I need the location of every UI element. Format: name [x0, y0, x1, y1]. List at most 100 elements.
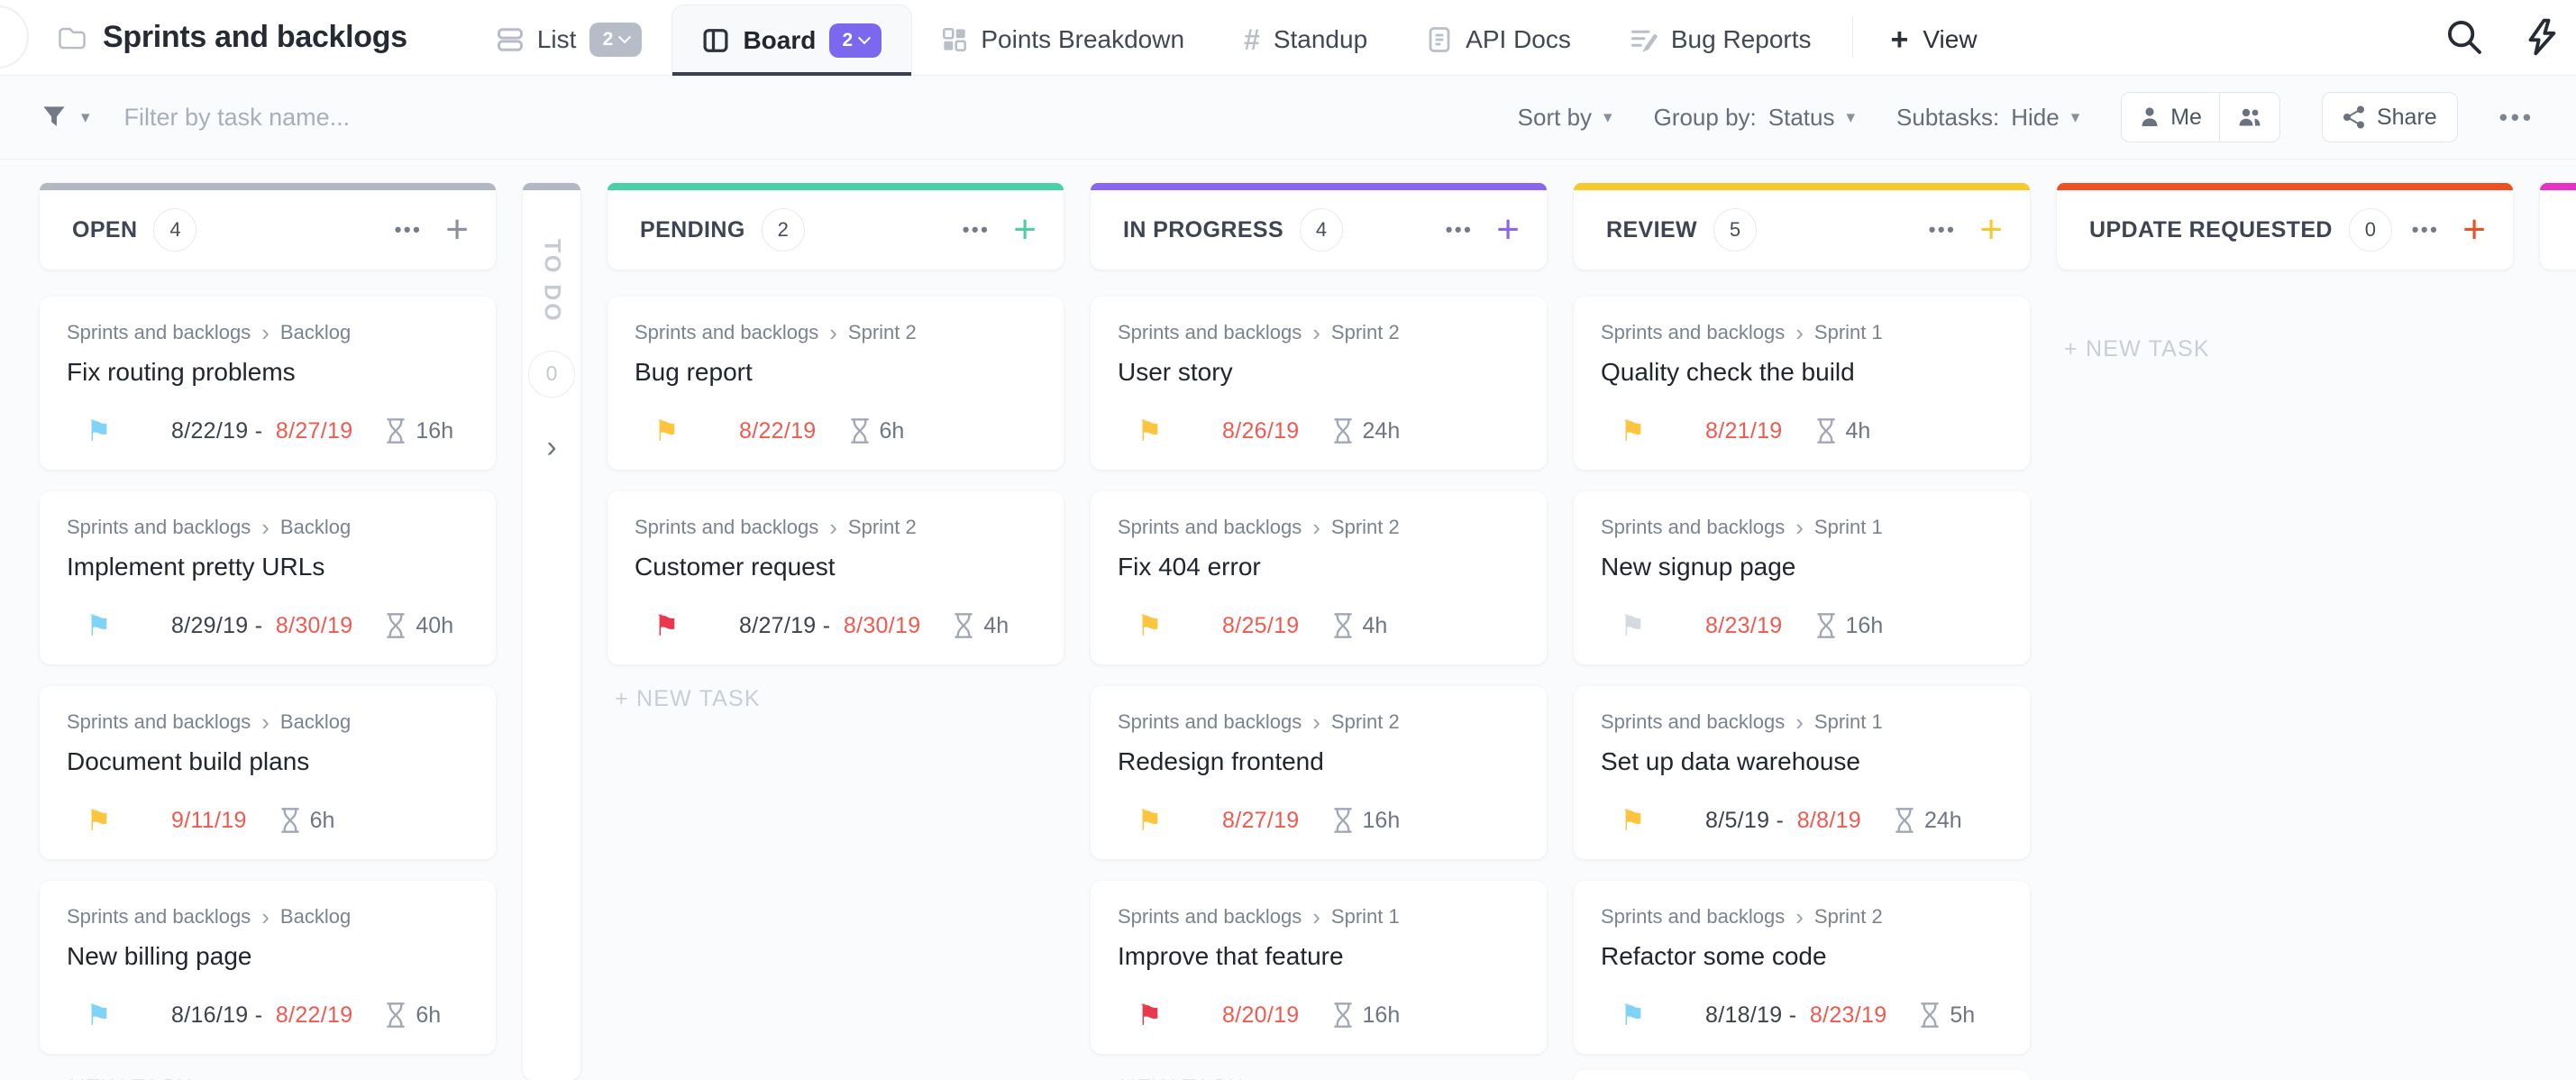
automation-lightning-icon[interactable]	[2524, 17, 2560, 57]
task-title: Quality check the build	[1601, 358, 2003, 387]
priority-flag-icon[interactable]: ⚑	[1137, 416, 1222, 445]
task-card[interactable]: Sprints and backlogs › Sprint 1 Quality …	[1574, 297, 2030, 470]
estimate-value: 16h	[1846, 613, 1884, 639]
task-title: Redesign frontend	[1118, 747, 1520, 776]
task-card[interactable]: Sprints and backlogs › Backlog New billi…	[40, 881, 496, 1054]
filter-input[interactable]	[124, 104, 629, 132]
column-menu-icon[interactable]: •••	[963, 218, 991, 242]
column-add-task-icon[interactable]: +	[1013, 214, 1037, 245]
task-card[interactable]: Sprints and backlogs › Sprint 2 Bug repo…	[607, 297, 1064, 470]
task-card-partial[interactable]	[1574, 1070, 2030, 1080]
share-button[interactable]: Share	[2322, 92, 2458, 142]
priority-flag-icon[interactable]: ⚑	[1137, 611, 1222, 640]
task-breadcrumb: Sprints and backlogs › Sprint 2	[635, 321, 1037, 344]
priority-flag-icon[interactable]: ⚑	[86, 806, 171, 835]
due-date: 8/27/19	[1222, 808, 1300, 833]
priority-flag-icon[interactable]: ⚑	[1137, 806, 1222, 835]
priority-flag-icon[interactable]: ⚑	[653, 416, 739, 445]
breadcrumb-root: Sprints and backlogs	[1601, 321, 1785, 344]
column-title: PENDING	[640, 217, 745, 243]
column-add-task-icon[interactable]: +	[2462, 214, 2486, 245]
column-menu-icon[interactable]: •••	[1446, 218, 1474, 242]
search-icon[interactable]	[2444, 17, 2484, 57]
column-header: PENDING 2 ••• +	[607, 183, 1064, 270]
tab-standup[interactable]: # Standup	[1214, 5, 1397, 75]
task-dates: 8/26/19	[1222, 418, 1300, 444]
column-menu-icon[interactable]: •••	[2412, 218, 2440, 242]
assignees-button[interactable]	[2219, 93, 2279, 142]
task-breadcrumb: Sprints and backlogs › Backlog	[67, 321, 469, 344]
priority-flag-icon[interactable]: ⚑	[1620, 1001, 1705, 1030]
column-header: UPDATE REQUESTED 0 ••• +	[2057, 183, 2513, 270]
column-add-task-icon[interactable]: +	[1496, 214, 1520, 245]
task-meta: ⚑ 8/27/19 - 8/30/19 4h	[635, 611, 1037, 640]
column-color-strip	[1091, 183, 1547, 190]
start-date: 8/29/19	[171, 613, 249, 638]
new-task-button[interactable]: + NEW TASK	[1091, 1075, 1547, 1080]
tab-points-breakdown[interactable]: Points Breakdown	[912, 5, 1214, 75]
column-count-badge: 0	[2349, 208, 2392, 252]
filter-caret-icon[interactable]: ▾	[81, 107, 90, 128]
task-card[interactable]: Sprints and backlogs › Sprint 2 Fix 404 …	[1091, 491, 1547, 664]
tab-badge-count[interactable]: 2	[829, 23, 882, 58]
task-card[interactable]: Sprints and backlogs › Sprint 2 User sto…	[1091, 297, 1547, 470]
task-card[interactable]: Sprints and backlogs › Sprint 1 New sign…	[1574, 491, 2030, 664]
time-estimate: 6h	[849, 417, 905, 444]
column-title: IN PROGRESS	[1123, 217, 1283, 243]
due-date: 8/26/19	[1222, 418, 1300, 444]
priority-flag-icon[interactable]: ⚑	[1620, 416, 1705, 445]
column-title: OPEN	[72, 217, 137, 243]
task-card[interactable]: Sprints and backlogs › Sprint 1 Set up d…	[1574, 686, 2030, 859]
tab-api-docs[interactable]: API Docs	[1397, 5, 1601, 75]
me-filter-button[interactable]: Me	[2122, 93, 2219, 142]
task-title: Implement pretty URLs	[67, 553, 469, 581]
priority-flag-icon[interactable]: ⚑	[86, 611, 171, 640]
task-card[interactable]: Sprints and backlogs › Sprint 2 Redesign…	[1091, 686, 1547, 859]
task-card[interactable]: Sprints and backlogs › Sprint 2 Refactor…	[1574, 881, 2030, 1054]
column-menu-icon[interactable]: •••	[1929, 218, 1957, 242]
task-breadcrumb: Sprints and backlogs › Sprint 2	[1118, 516, 1520, 539]
breadcrumb-separator-icon: ›	[1311, 321, 1322, 344]
task-dates: 8/27/19	[1222, 808, 1300, 834]
priority-flag-icon[interactable]: ⚑	[1620, 611, 1705, 640]
task-card[interactable]: Sprints and backlogs › Sprint 2 Customer…	[607, 491, 1064, 664]
tab-list[interactable]: List 2	[467, 5, 672, 75]
more-options-icon[interactable]: •••	[2499, 104, 2535, 132]
priority-flag-icon[interactable]: ⚑	[1137, 1001, 1222, 1030]
column-add-task-icon[interactable]: +	[1979, 214, 2003, 245]
subtasks-dropdown[interactable]: Subtasks: Hide ▾	[1896, 104, 2079, 132]
task-card[interactable]: Sprints and backlogs › Backlog Implement…	[40, 491, 496, 664]
me-label: Me	[2170, 105, 2202, 131]
task-card[interactable]: Sprints and backlogs › Sprint 1 Improve …	[1091, 881, 1547, 1054]
hourglass-icon	[279, 807, 301, 834]
priority-flag-icon[interactable]: ⚑	[86, 1001, 171, 1030]
task-card[interactable]: Sprints and backlogs › Backlog Document …	[40, 686, 496, 859]
priority-flag-icon[interactable]: ⚑	[1620, 806, 1705, 835]
collapsed-column[interactable]: TO DO 0 ›	[523, 183, 580, 1080]
task-dates: 8/25/19	[1222, 613, 1300, 639]
expand-chevron-icon[interactable]: ›	[546, 430, 556, 465]
filter-funnel-icon[interactable]	[41, 105, 67, 130]
new-task-button[interactable]: + NEW TASK	[40, 1075, 496, 1080]
chevron-down-icon	[858, 32, 871, 44]
priority-flag-icon[interactable]: ⚑	[653, 611, 739, 640]
task-title: Improve that feature	[1118, 942, 1520, 971]
add-view-button[interactable]: + View	[1864, 5, 2005, 75]
tab-badge-count[interactable]: 2	[589, 23, 642, 57]
task-card[interactable]: Sprints and backlogs › Backlog Fix routi…	[40, 297, 496, 470]
chevron-down-icon: ▾	[2071, 107, 2080, 128]
column-add-task-icon[interactable]: +	[445, 214, 469, 245]
tab-board[interactable]: Board 2	[671, 5, 912, 75]
breadcrumb-separator-icon: ›	[260, 321, 271, 344]
new-task-button[interactable]: + NEW TASK	[2057, 336, 2513, 362]
priority-flag-icon[interactable]: ⚑	[86, 416, 171, 445]
chevron-down-icon	[618, 31, 631, 43]
sort-by-dropdown[interactable]: Sort by▾	[1518, 104, 1612, 132]
group-by-dropdown[interactable]: Group by: Status ▾	[1654, 104, 1855, 132]
breadcrumb-separator-icon: ›	[260, 905, 271, 929]
tab-bug-reports[interactable]: Bug Reports	[1601, 5, 1841, 75]
chevron-down-icon: ▾	[1846, 107, 1855, 128]
column-menu-icon[interactable]: •••	[395, 218, 423, 242]
new-task-button[interactable]: + NEW TASK	[607, 686, 1064, 712]
time-estimate: 16h	[385, 417, 453, 444]
